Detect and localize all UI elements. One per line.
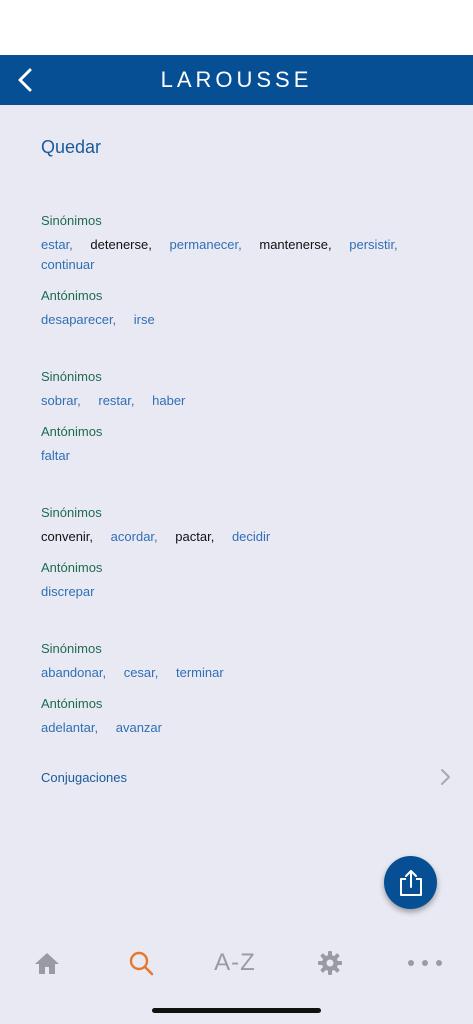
synonym-link[interactable]: continuar [41,257,94,272]
tab-az[interactable]: A-Z [205,935,265,990]
tab-home[interactable] [17,935,77,990]
tab-settings[interactable] [300,935,360,990]
antonyms-label: Antónimos [41,288,103,303]
antonyms-label: Antónimos [41,560,103,575]
search-icon [129,951,154,975]
tab-az-label: A-Z [214,948,256,976]
synonym-link[interactable]: estar, [41,237,73,252]
synonym-link[interactable]: cesar, [124,665,159,680]
synonym-word: detenerse, [90,237,152,252]
app-title: LAROUSSE [160,67,313,92]
antonyms-list: desaparecer, irse [41,310,441,330]
synonym-link[interactable]: terminar [176,665,224,680]
home-icon [35,952,59,974]
synonyms-label: Sinónimos [41,505,102,520]
tab-search[interactable] [111,935,171,990]
synonyms-label: Sinónimos [41,213,102,228]
synonym-link[interactable]: haber [152,393,185,408]
antonym-link[interactable]: adelantar, [41,720,98,735]
synonym-link[interactable]: acordar, [111,529,158,544]
synonyms-list: convenir, acordar, pactar, decidir [41,527,441,547]
synonym-word: pactar, [175,529,215,544]
tab-more[interactable] [395,935,455,990]
synonym-link[interactable]: decidir [232,529,270,544]
status-bar [0,0,473,55]
chevron-right-icon [441,769,450,785]
gear-icon [318,950,342,975]
synonyms-label: Sinónimos [41,641,102,656]
antonym-link[interactable]: desaparecer, [41,312,116,327]
antonyms-list: discrepar [41,582,441,602]
share-button[interactable] [384,856,437,909]
conjugations-label: Conjugaciones [41,770,128,785]
synonym-link[interactable]: restar, [98,393,134,408]
antonym-link[interactable]: avanzar [116,720,162,735]
synonyms-list: abandonar, cesar, terminar [41,663,441,683]
more-icon [408,959,442,966]
synonym-link[interactable]: abandonar, [41,665,106,680]
synonyms-label: Sinónimos [41,369,102,384]
app-header: LAROUSSE [0,55,473,105]
antonym-link[interactable]: irse [134,312,155,327]
antonyms-label: Antónimos [41,696,103,711]
synonym-link[interactable]: persistir, [349,237,397,252]
share-icon [399,869,422,896]
synonym-word: convenir, [41,529,94,544]
conjugations-row[interactable]: Conjugaciones [0,762,473,792]
synonyms-list: sobrar, restar, haber [41,391,441,411]
antonym-link[interactable]: faltar [41,448,70,463]
synonyms-list: estar, detenerse, permanecer, mantenerse… [41,235,441,275]
entry-title: Quedar [41,137,102,157]
entry-content: Quedar Sinónimos estar, detenerse, perma… [0,105,473,930]
synonym-link[interactable]: permanecer, [169,237,241,252]
synonym-word: mantenerse, [259,237,332,252]
synonym-link[interactable]: sobrar, [41,393,81,408]
antonyms-list: adelantar, avanzar [41,718,441,738]
antonyms-label: Antónimos [41,424,103,439]
antonym-link[interactable]: discrepar [41,584,94,599]
home-indicator [152,1008,321,1013]
antonyms-list: faltar [41,446,441,466]
tab-bar: A-Z [0,935,473,990]
